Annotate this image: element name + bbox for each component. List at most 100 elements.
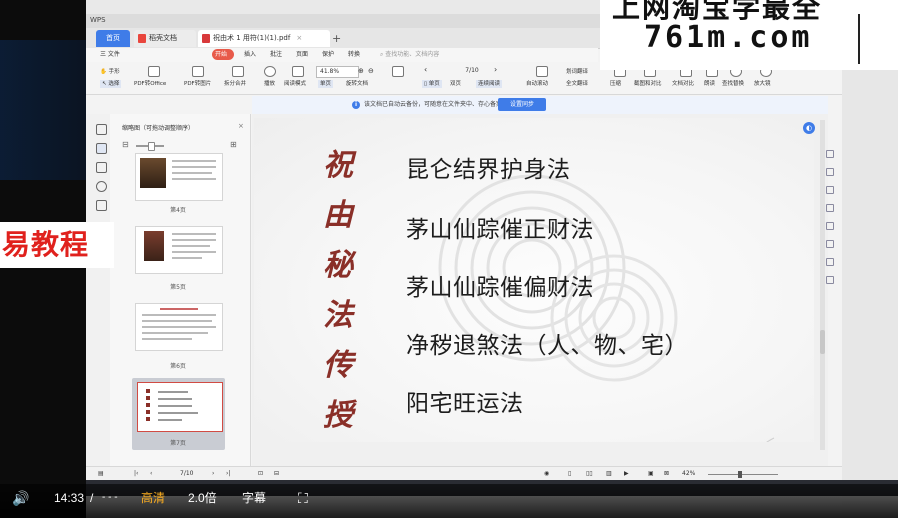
thumbnail-size-slider-handle[interactable] — [148, 142, 155, 151]
tab-pdf-document[interactable]: 祝由术 1 用符(1)(1).pdf × — [198, 30, 330, 47]
mini-tool-icon[interactable] — [826, 204, 834, 212]
document-scrollbar-thumb[interactable] — [820, 330, 825, 354]
zoom-in-icon[interactable]: ⊕ — [358, 67, 364, 75]
quality-button[interactable]: 高清 — [141, 488, 165, 508]
read-aloud-button[interactable]: 朗读 — [704, 80, 715, 88]
status-zoom-value[interactable]: 42% — [682, 469, 695, 479]
zoom-thumbs-in-icon[interactable]: ⊞ — [230, 140, 237, 149]
play-mode-icon[interactable]: ▶ — [624, 469, 629, 479]
thumbnail-5-line — [172, 251, 216, 253]
stamp-icon[interactable] — [96, 200, 107, 211]
zoom-thumbs-out-icon[interactable]: ⊟ — [122, 140, 129, 149]
eye-protection-icon[interactable]: ◉ — [544, 469, 549, 479]
docer-icon — [138, 33, 146, 43]
mini-tool-icon[interactable] — [826, 168, 834, 176]
double-page-button[interactable]: 双页 — [450, 80, 461, 88]
mini-tool-icon[interactable] — [826, 222, 834, 230]
prev-page-status-icon[interactable]: ‹ — [150, 469, 152, 479]
status-menu-icon[interactable]: ▤ — [98, 469, 104, 479]
thumbnail-7-line — [158, 398, 192, 400]
single-page-mode-icon[interactable]: ▯ — [568, 469, 571, 479]
thumbnail-5-line — [172, 239, 216, 241]
full-translate-button[interactable]: 全文翻译 — [566, 80, 588, 88]
thumbnail-page-4[interactable] — [135, 153, 223, 201]
pdf-to-image-button[interactable]: PDF转图片 — [184, 80, 211, 88]
mini-tool-icon[interactable] — [826, 276, 834, 284]
doc-compare-button[interactable]: 文档对比 — [672, 80, 694, 88]
last-page-icon[interactable]: ›| — [226, 469, 230, 479]
comment-icon[interactable] — [96, 162, 107, 173]
next-page-icon[interactable]: › — [494, 66, 497, 74]
double-page-mode-icon[interactable]: ▯▯ — [586, 469, 593, 479]
rotate-doc-button[interactable]: 旋转文档 — [346, 80, 368, 88]
menu-protect[interactable]: 保护 — [322, 49, 334, 61]
subtitle-button[interactable]: 字幕 — [242, 488, 266, 508]
mini-tool-icon[interactable] — [826, 150, 834, 158]
volume-icon[interactable]: 🔊 — [12, 488, 29, 508]
tab-pdf-label: 祝由术 1 用符(1)(1).pdf — [213, 34, 291, 42]
continuous-read-button[interactable]: 连续阅读 — [476, 80, 503, 88]
page-number-input[interactable]: 7/10 — [456, 66, 488, 76]
mini-tool-icon[interactable] — [826, 258, 834, 266]
select-tool[interactable]: ↖ 选择 — [100, 80, 122, 88]
fit-width-icon[interactable]: ▣ — [648, 469, 654, 479]
thumbnail-7-line — [158, 412, 198, 414]
single-page-button[interactable]: 单页 — [318, 80, 334, 88]
thumbnail-page-7[interactable] — [137, 382, 223, 432]
info-icon: i — [352, 101, 360, 109]
tab-close-icon[interactable]: × — [296, 34, 302, 42]
vertical-title-char-3: 秘 — [323, 248, 353, 283]
zoom-out-icon[interactable]: ⊖ — [368, 67, 374, 75]
menu-start[interactable]: 开始 — [215, 49, 227, 61]
window-title: WPS — [90, 16, 106, 24]
pdf-to-image-icon — [192, 66, 204, 77]
sync-settings-button[interactable]: 设置同步 — [498, 98, 546, 111]
zoom-slider[interactable] — [708, 474, 778, 475]
screenshot-compare-button[interactable]: 截图和对比 — [634, 80, 662, 88]
attachment-icon[interactable] — [96, 181, 107, 192]
hand-tool[interactable]: ✋ 手形 — [100, 68, 120, 76]
compress-button[interactable]: 压缩 — [610, 80, 621, 88]
menu-convert[interactable]: 转换 — [348, 49, 360, 61]
new-tab-button[interactable]: + — [332, 30, 341, 47]
status-page-number[interactable]: 7/10 — [180, 469, 193, 479]
menu-comment[interactable]: 批注 — [270, 49, 282, 61]
fullscreen-icon[interactable]: ⛶ — [298, 488, 308, 508]
thumbnail-icon[interactable] — [96, 143, 107, 154]
thumbnail-pane-title: 缩略图（可拖动调整顺序） — [122, 125, 195, 132]
single-page-view-button[interactable]: ▯ 单页 — [422, 80, 442, 88]
reading-mode-button[interactable]: 阅读模式 — [284, 80, 306, 88]
find-replace-button[interactable]: 查找替换 — [722, 80, 744, 88]
auto-scroll-button[interactable]: 自动滚动 — [526, 80, 548, 88]
fit-screen-icon[interactable]: ⊠ — [664, 469, 669, 479]
menu-file[interactable]: 三 文件 — [100, 49, 120, 61]
document-scrollbar[interactable] — [820, 120, 825, 450]
thumbnail-page-5[interactable] — [135, 226, 223, 274]
menu-insert[interactable]: 插入 — [244, 49, 256, 61]
tab-home[interactable]: 首页 — [96, 30, 130, 47]
prev-page-icon[interactable]: ‹ — [424, 66, 427, 74]
tab-docer[interactable]: 稻壳文档 — [134, 30, 196, 47]
zoom-slider-handle[interactable] — [738, 471, 742, 478]
play-button[interactable]: 播放 — [264, 80, 275, 88]
word-translate-button[interactable]: 划词翻译 — [566, 68, 588, 76]
mini-tool-icon[interactable] — [826, 240, 834, 248]
fit-page-icon[interactable]: ⊟ — [274, 469, 279, 479]
assistant-icon[interactable]: ◐ — [803, 122, 815, 134]
search-function-input[interactable]: ⌕ 查找功能、文档内容 — [380, 49, 439, 61]
zoom-select[interactable]: 41.8% — [316, 66, 359, 78]
split-merge-icon — [232, 66, 244, 77]
add-page-icon[interactable]: ⊡ — [258, 469, 263, 479]
pdf-to-office-button[interactable]: PDF转Office — [134, 80, 166, 88]
split-merge-button[interactable]: 拆分合并 — [224, 80, 246, 88]
first-page-icon[interactable]: |‹ — [134, 469, 138, 479]
book-mode-icon[interactable]: ▥ — [606, 469, 612, 479]
bookmark-icon[interactable] — [96, 124, 107, 135]
thumbnail-pane-close-icon[interactable]: × — [238, 122, 244, 130]
mini-tool-icon[interactable] — [826, 186, 834, 194]
menu-page[interactable]: 页面 — [296, 49, 308, 61]
next-page-status-icon[interactable]: › — [212, 469, 214, 479]
thumbnail-page-6[interactable] — [135, 303, 223, 351]
magnifier-button[interactable]: 放大镜 — [754, 80, 771, 88]
speed-button[interactable]: 2.0倍 — [188, 488, 217, 508]
